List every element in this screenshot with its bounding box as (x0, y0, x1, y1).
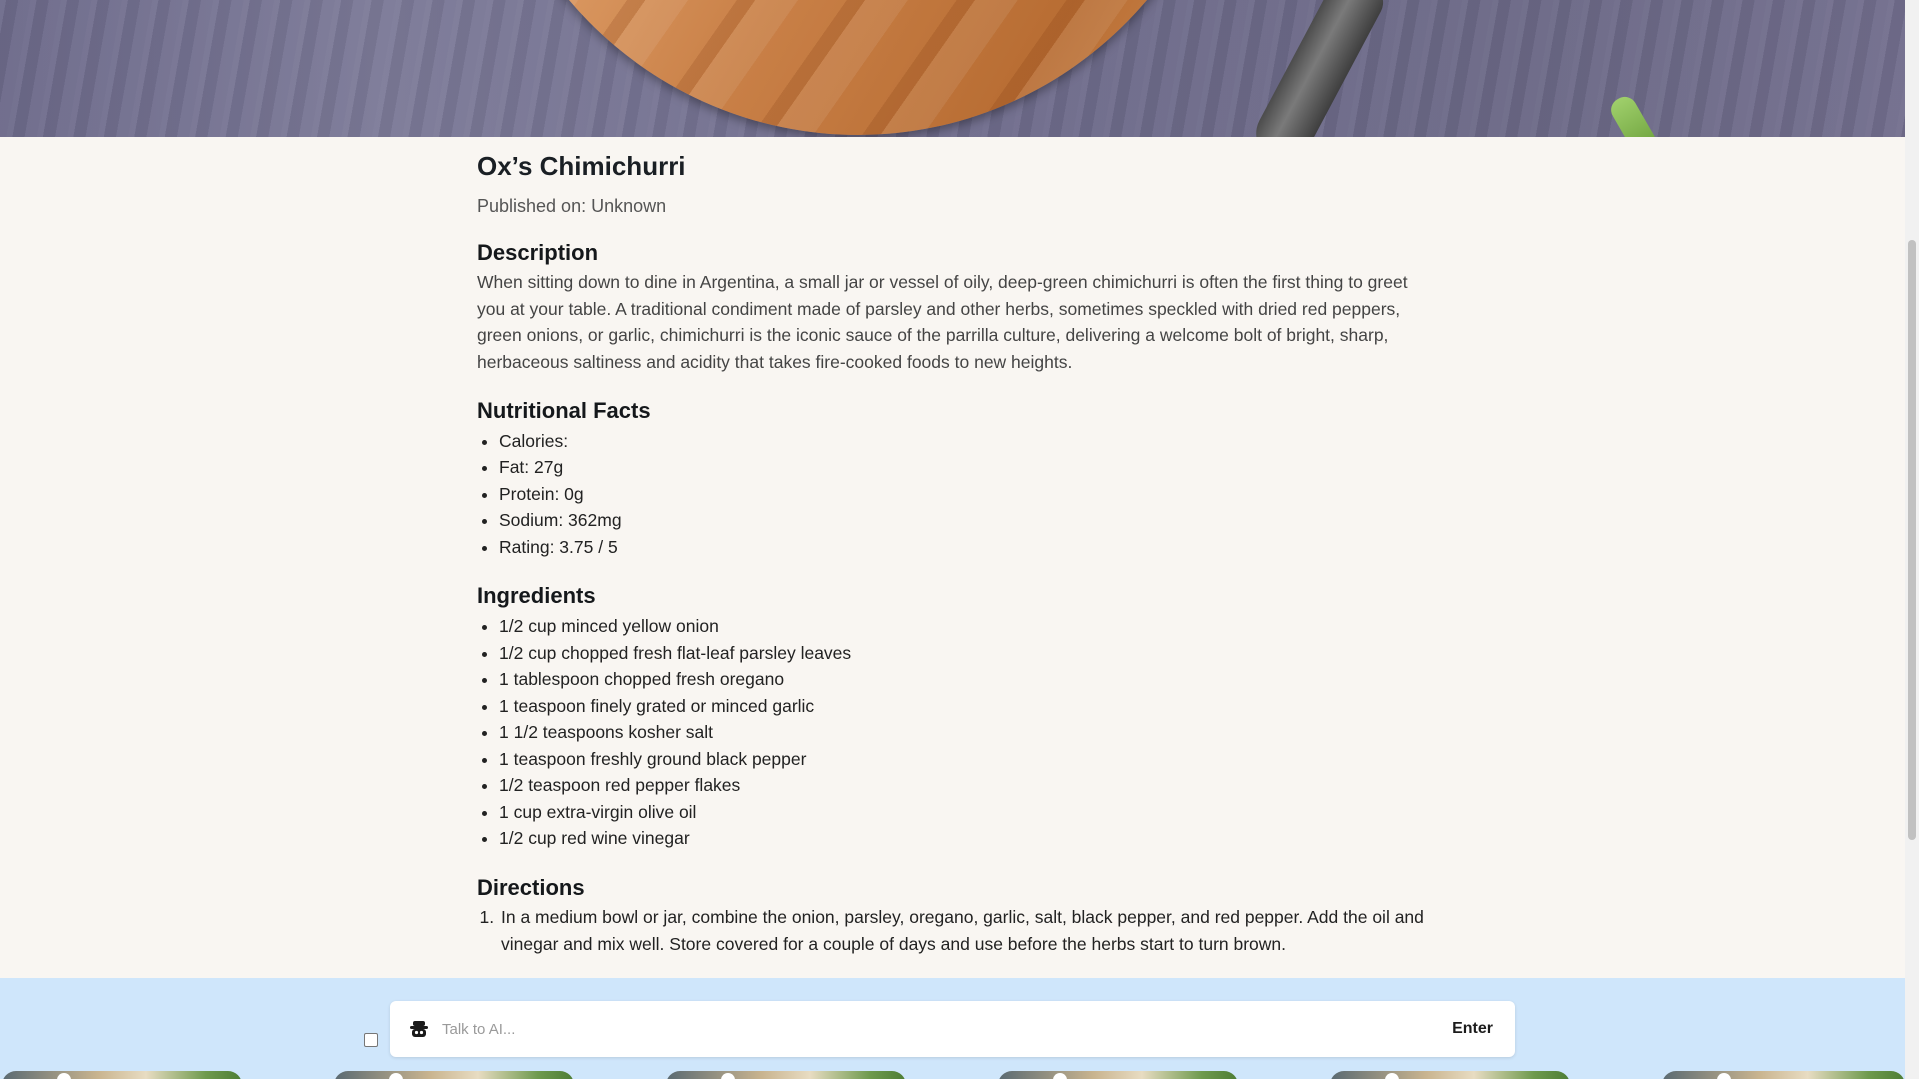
ingredient-item: 1/2 cup chopped fresh flat-leaf parsley … (499, 640, 1437, 667)
nutrition-item: Calories: (499, 428, 1437, 455)
card-dot (1385, 1073, 1399, 1079)
herb-sprig (1606, 92, 1660, 137)
ingredients-heading: Ingredients (477, 583, 596, 609)
directions-heading: Directions (477, 874, 585, 900)
ai-enter-button[interactable]: Enter (1452, 1020, 1493, 1038)
ingredient-item: 1 teaspoon finely grated or minced garli… (499, 693, 1437, 720)
recipe-card[interactable] (2, 1071, 242, 1079)
page: Ox’s Chimichurri Published on: Unknown D… (0, 0, 1919, 1079)
ingredients-list: 1/2 cup minced yellow onion 1/2 cup chop… (477, 613, 1437, 852)
ai-chat-box: Enter (390, 1001, 1515, 1057)
card-dot (57, 1073, 71, 1079)
direction-step: In a medium bowl or jar, combine the oni… (499, 904, 1437, 957)
ingredient-item: 1 1/2 teaspoons kosher salt (499, 719, 1437, 746)
ai-toggle-checkbox[interactable] (364, 1033, 378, 1047)
ingredient-item: 1 cup extra-virgin olive oil (499, 799, 1437, 826)
recipe-content: Ox’s Chimichurri Published on: Unknown D… (477, 150, 1437, 957)
ingredient-item: 1/2 cup minced yellow onion (499, 613, 1437, 640)
cutting-board (477, 0, 1239, 135)
card-dot (1053, 1073, 1067, 1079)
ingredient-item: 1/2 cup red wine vinegar (499, 825, 1437, 852)
ingredient-item: 1 teaspoon freshly ground black pepper (499, 746, 1437, 773)
card-dot (721, 1073, 735, 1079)
scrollbar[interactable] (1905, 0, 1919, 1079)
nutrition-heading: Nutritional Facts (477, 398, 651, 424)
ai-chat-input[interactable] (442, 1020, 1453, 1038)
ingredient-item: 1 tablespoon chopped fresh oregano (499, 666, 1437, 693)
hero-image (0, 0, 1905, 137)
knife (1246, 0, 1390, 137)
ingredient-item: 1/2 teaspoon red pepper flakes (499, 772, 1437, 799)
card-dot (389, 1073, 403, 1079)
recipe-card[interactable] (1330, 1071, 1570, 1079)
directions-list: In a medium bowl or jar, combine the oni… (477, 904, 1437, 957)
recipe-card[interactable] (998, 1071, 1238, 1079)
recipe-card[interactable] (1662, 1071, 1905, 1079)
recipe-title: Ox’s Chimichurri (477, 151, 686, 181)
robot-icon (408, 1018, 430, 1040)
nutrition-list: Calories: Fat: 27g Protein: 0g Sodium: 3… (477, 428, 1437, 561)
recipe-card[interactable] (334, 1071, 574, 1079)
card-dot (1717, 1073, 1731, 1079)
nutrition-item: Protein: 0g (499, 481, 1437, 508)
description-heading: Description (477, 239, 599, 265)
recipe-cards-row (0, 1071, 1905, 1079)
recipe-card[interactable] (666, 1071, 906, 1079)
description-text: When sitting down to dine in Argentina, … (477, 272, 1408, 372)
nutrition-item: Sodium: 362mg (499, 507, 1437, 534)
nutrition-item: Fat: 27g (499, 454, 1437, 481)
nutrition-item: Rating: 3.75 / 5 (499, 534, 1437, 561)
published-date: Published on: Unknown (477, 195, 667, 216)
scrollbar-thumb[interactable] (1908, 240, 1916, 840)
